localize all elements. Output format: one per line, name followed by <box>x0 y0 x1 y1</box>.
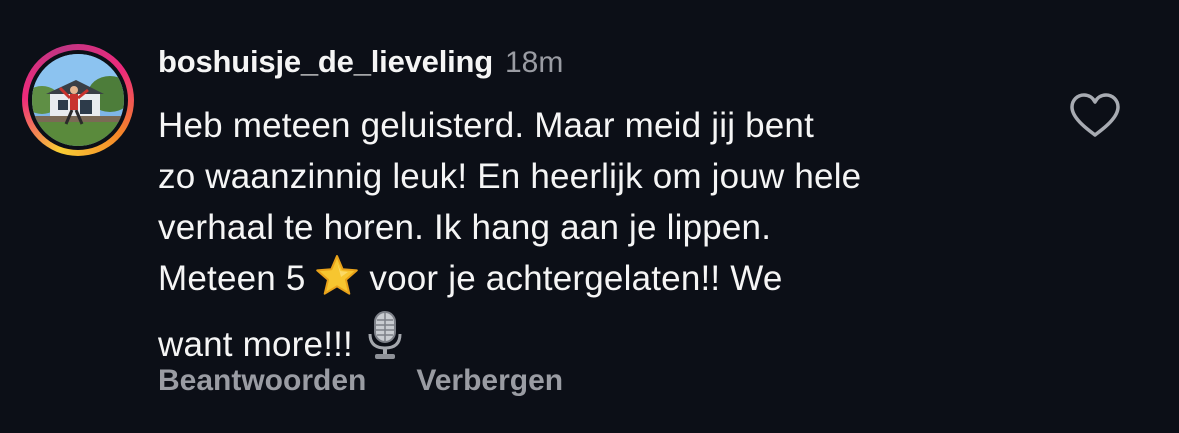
comment: boshuisje_de_lieveling 18m Heb meteen ge… <box>0 0 1179 433</box>
avatar[interactable] <box>32 54 124 146</box>
comment-line: Heb meteen geluisterd. Maar meid jij ben… <box>158 106 815 145</box>
reply-button[interactable]: Beantwoorden <box>158 364 366 398</box>
comment-header: boshuisje_de_lieveling 18m <box>158 44 563 88</box>
timestamp: 18m <box>505 46 564 79</box>
username-link[interactable]: boshuisje_de_lieveling <box>158 44 493 80</box>
comment-text-fragment: voor je achtergelaten!! We <box>369 259 783 298</box>
comment-line: Meteen 5 voor je achtergelaten!! We <box>158 253 1038 310</box>
heart-icon <box>1070 93 1120 137</box>
hide-button[interactable]: Verbergen <box>416 364 563 398</box>
like-button[interactable] <box>1068 92 1122 138</box>
comment-line: verhaal te horen. Ik hang aan je lippen. <box>158 208 772 247</box>
comment-text: Heb meteen geluisterd. Maar meid jij ben… <box>158 100 1038 376</box>
comment-text-fragment: Meteen 5 <box>158 259 306 298</box>
comment-text-fragment: want more!!! <box>158 325 353 364</box>
comment-line: zo waanzinnig leuk! En heerlijk om jouw … <box>158 157 862 196</box>
comment-actions: Beantwoorden Verbergen <box>158 364 563 398</box>
avatar-story-ring[interactable] <box>22 44 134 156</box>
avatar-photo <box>32 54 124 146</box>
star-emoji <box>315 254 359 310</box>
